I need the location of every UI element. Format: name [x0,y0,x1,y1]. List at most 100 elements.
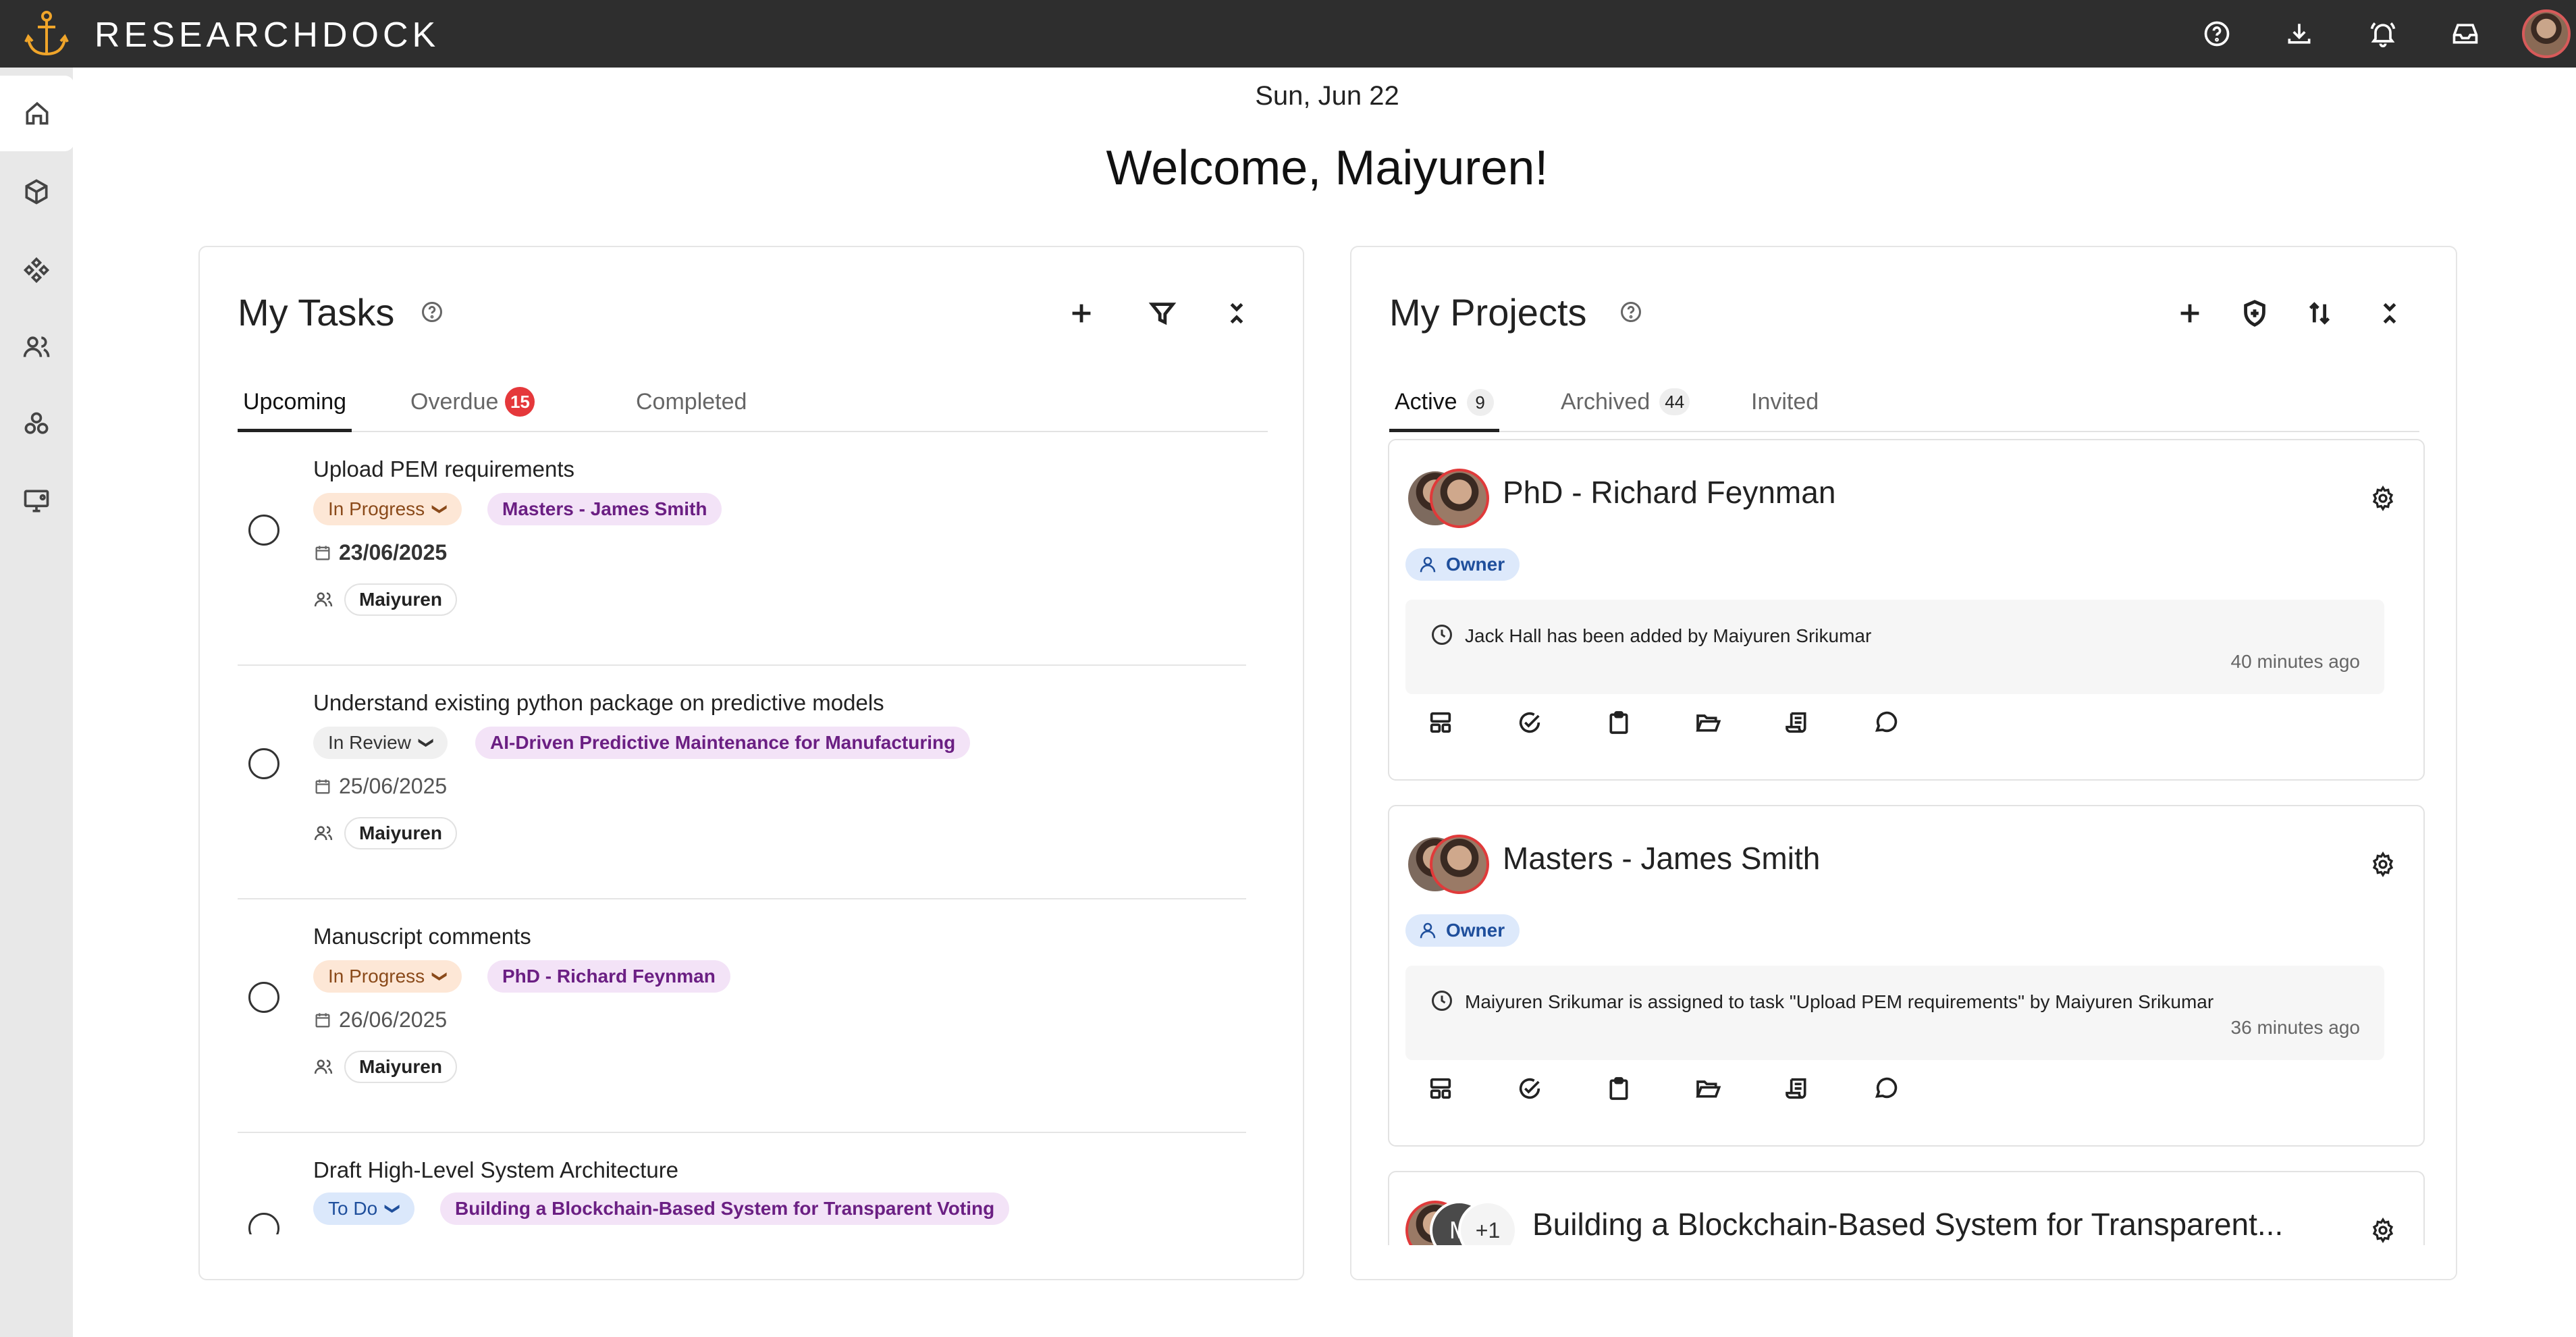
task-due-date: 23/06/2025 [313,540,447,565]
chat-bubble-icon[interactable] [1873,709,1904,740]
folder-open-icon[interactable] [1694,1075,1725,1106]
tab-upcoming[interactable]: Upcoming [238,375,352,432]
check-circle-icon[interactable] [1516,709,1547,740]
users-icon [23,336,50,357]
chevron-down-icon: ❯ [419,736,436,750]
task-project-tag[interactable]: AI-Driven Predictive Maintenance for Man… [475,727,971,759]
latest-activity: Maiyuren Srikumar is assigned to task "U… [1405,966,2384,1060]
sort-projects-button[interactable] [2301,294,2338,332]
tab-invited[interactable]: Invited [1751,375,1819,432]
task-status-dropdown[interactable]: In Review ❯ [313,727,448,759]
task-item[interactable]: Draft High-Level System Architecture To … [238,1133,1246,1234]
clipboard-icon[interactable] [1605,1075,1636,1106]
plus-icon [2180,304,2199,323]
check-circle-icon[interactable] [1516,1075,1547,1106]
add-project-button[interactable] [2171,294,2209,332]
clock-icon [1430,623,1454,647]
latest-activity: Jack Hall has been added by Maiyuren Sri… [1405,600,2384,694]
task-complete-radio[interactable] [248,982,279,1013]
gear-icon[interactable] [2369,851,2396,878]
task-status-dropdown[interactable]: In Progress ❯ [313,493,462,525]
project-card[interactable]: Masters - James Smith Owner Maiyuren Sri… [1388,805,2425,1147]
member-avatar [1430,835,1489,894]
add-shield-button[interactable] [2236,294,2274,332]
chat-bubble-icon[interactable] [1873,1075,1904,1106]
sidebar-item-projects[interactable] [0,154,73,230]
folder-open-icon[interactable] [1694,709,1725,740]
collapse-tasks-button[interactable] [1218,294,1256,332]
tasks-tabs: Upcoming Overdue 15 Completed [238,375,1268,432]
anchor-logo-icon[interactable] [24,9,69,58]
task-status-dropdown[interactable]: To Do ❯ [313,1192,414,1225]
assignee-chip[interactable]: Maiyuren [344,1051,457,1083]
assignee-chip[interactable]: Maiyuren [344,583,457,616]
bell-icon[interactable] [2365,16,2400,51]
task-complete-radio[interactable] [248,748,279,779]
task-item[interactable]: Upload PEM requirements In Progress ❯ Mas… [238,432,1246,666]
scroll-icon[interactable] [1783,709,1815,740]
user-avatar[interactable] [2522,9,2571,58]
components-icon [23,257,50,284]
archived-count-badge: 44 [1659,388,1690,415]
chevron-down-icon: ❯ [432,502,450,516]
assignee-chip[interactable]: Maiyuren [344,817,457,849]
scroll-icon[interactable] [1783,1075,1815,1106]
sidebar-item-components[interactable] [0,232,73,308]
projects-scroll-mask [1351,1245,2456,1279]
sidebar-item-users[interactable] [0,309,73,385]
brand-name[interactable]: RESEARCHDOCK [95,15,439,55]
task-item[interactable]: Manuscript comments In Progress ❯ PhD - R… [238,899,1246,1133]
task-project-tag[interactable]: Masters - James Smith [487,493,722,525]
activity-text: Jack Hall has been added by Maiyuren Sri… [1465,625,1872,646]
task-status-dropdown[interactable]: In Progress ❯ [313,960,462,993]
task-project-tag[interactable]: Building a Blockchain-Based System for T… [440,1192,1010,1225]
task-project-tag[interactable]: PhD - Richard Feynman [487,960,730,993]
inbox-icon[interactable] [2448,16,2483,51]
add-task-button[interactable] [1063,294,1100,332]
filter-tasks-button[interactable] [1144,294,1181,332]
projects-help-icon[interactable] [1619,300,1643,324]
clipboard-icon[interactable] [1605,709,1636,740]
sidebar-item-home[interactable] [0,76,74,151]
task-assignees: Maiyuren [313,817,457,849]
shield-plus-icon [2244,300,2265,327]
owner-role-badge: Owner [1405,914,1520,947]
task-assignees: Maiyuren [313,583,457,616]
task-item[interactable]: Understand existing python package on pr… [238,666,1246,899]
task-complete-radio[interactable] [248,1213,279,1234]
member-avatar [1430,469,1489,528]
tab-overdue[interactable]: Overdue 15 [410,375,535,432]
task-title[interactable]: Upload PEM requirements [313,456,574,482]
clock-icon [1430,989,1454,1013]
my-projects-panel: My Projects Active 9 Archived 44 Invited P… [1350,246,2457,1280]
task-complete-radio[interactable] [248,515,279,546]
gear-icon[interactable] [2369,1217,2396,1244]
calendar-icon [315,1013,330,1027]
project-avatars [1405,469,1493,531]
tab-active[interactable]: Active 9 [1389,375,1499,432]
task-title[interactable]: Draft High-Level System Architecture [313,1157,678,1183]
project-title[interactable]: Building a Blockchain-Based System for T… [1532,1206,2283,1242]
dashboard-icon[interactable] [1427,709,1458,740]
tab-archived[interactable]: Archived 44 [1561,375,1690,432]
collapse-projects-button[interactable] [2371,294,2409,332]
project-avatars [1405,835,1493,897]
filter-icon [1148,303,1177,325]
dashboard-icon[interactable] [1427,1075,1458,1106]
task-title[interactable]: Understand existing python package on pr… [313,690,884,716]
sidebar-item-groups[interactable] [0,386,73,462]
task-title[interactable]: Manuscript comments [313,924,531,949]
tasks-help-icon[interactable] [420,300,444,324]
users-icon [314,1059,333,1074]
download-icon[interactable] [2282,16,2317,51]
gear-icon[interactable] [2369,485,2396,512]
project-title[interactable]: PhD - Richard Feynman [1503,474,1835,510]
collapse-icon [1230,303,1243,324]
project-card[interactable]: PhD - Richard Feynman Owner Jack Hall ha… [1388,439,2425,781]
sidebar-item-monitor[interactable] [0,463,73,539]
activity-text: Maiyuren Srikumar is assigned to task "U… [1465,991,2214,1012]
project-title[interactable]: Masters - James Smith [1503,840,1820,876]
owner-role-badge: Owner [1405,548,1520,581]
tab-completed[interactable]: Completed [636,375,747,432]
help-icon[interactable] [2199,16,2234,51]
